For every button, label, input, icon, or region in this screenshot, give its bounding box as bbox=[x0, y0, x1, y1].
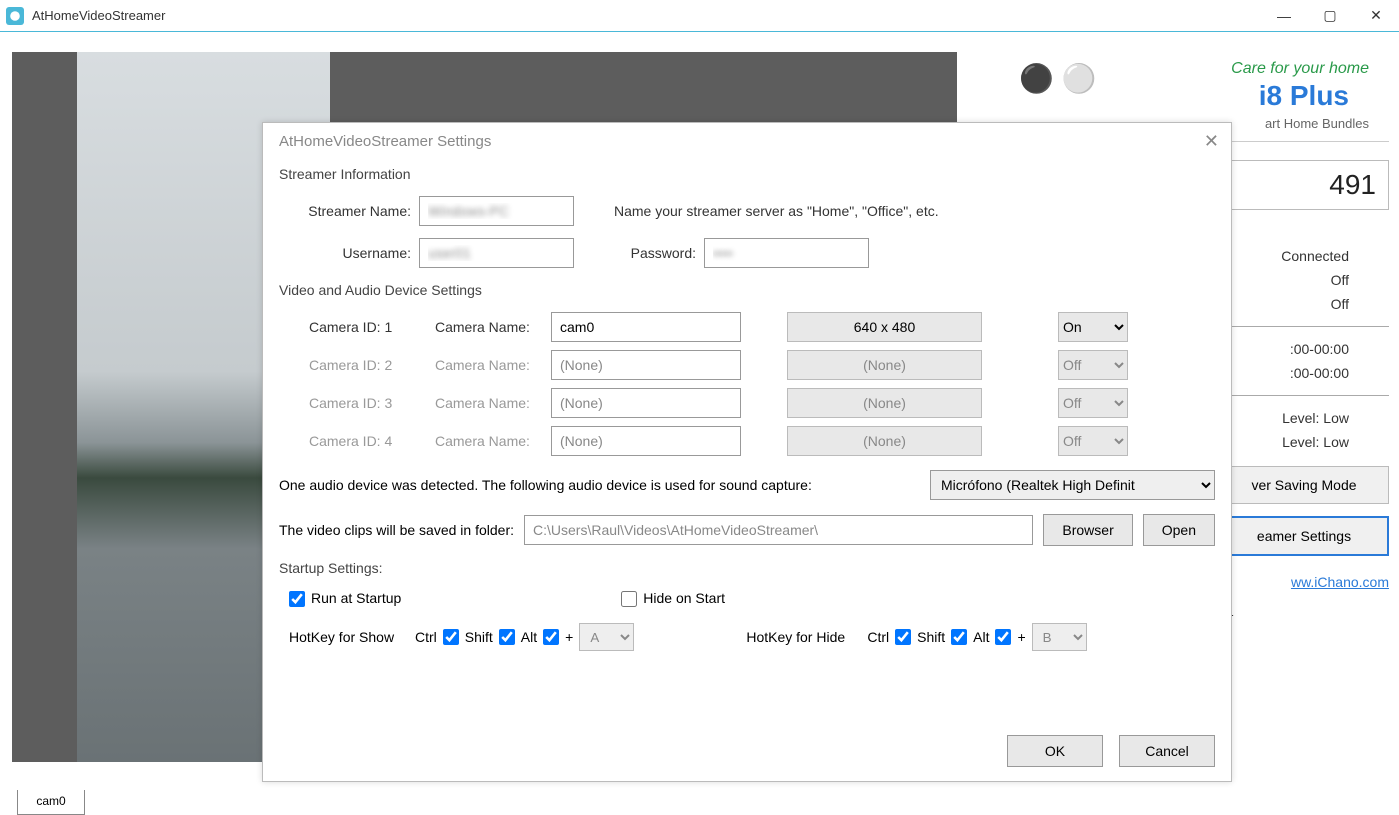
streamer-name-hint: Name your streamer server as "Home", "Of… bbox=[614, 203, 939, 219]
folder-label: The video clips will be saved in folder: bbox=[279, 522, 514, 538]
hotkey-hide-label: HotKey for Hide bbox=[746, 629, 861, 645]
camera-name-label-1: Camera Name: bbox=[435, 319, 535, 335]
audio-device-select[interactable]: Micrófono (Realtek High Definit bbox=[930, 470, 1215, 500]
streamer-settings-button[interactable]: eamer Settings bbox=[1219, 516, 1389, 556]
app-title: AtHomeVideoStreamer bbox=[32, 8, 165, 23]
hotkey-show-label: HotKey for Show bbox=[289, 629, 409, 645]
camera-resolution-4: (None) bbox=[787, 426, 982, 456]
folder-path-input[interactable] bbox=[524, 515, 1033, 545]
camera-onoff-2: Off bbox=[1058, 350, 1128, 380]
camera-row-3: Camera ID: 3 Camera Name: (None) Off bbox=[309, 388, 1215, 418]
camera-id-4: Camera ID: 4 bbox=[309, 433, 419, 449]
show-alt-checkbox[interactable] bbox=[543, 629, 559, 645]
show-shift-checkbox[interactable] bbox=[499, 629, 515, 645]
hide-start-checkbox[interactable] bbox=[621, 591, 637, 607]
dialog-title: AtHomeVideoStreamer Settings ✕ bbox=[263, 123, 1231, 160]
ad-product: i8 Plus bbox=[1259, 80, 1349, 112]
streamer-info-legend: Streamer Information bbox=[279, 166, 1215, 182]
camera-name-input-4 bbox=[551, 426, 741, 456]
password-input[interactable] bbox=[704, 238, 869, 268]
camera-id-1: Camera ID: 1 bbox=[309, 319, 419, 335]
camera-row-1: Camera ID: 1 Camera Name: 640 x 480 On bbox=[309, 312, 1215, 342]
camera-tab-cam0[interactable]: cam0 bbox=[17, 790, 85, 815]
run-startup-checkbox[interactable] bbox=[289, 591, 305, 607]
camera-name-label-2: Camera Name: bbox=[435, 357, 535, 373]
hide-key-select[interactable]: B bbox=[1032, 623, 1087, 651]
camera-name-label-4: Camera Name: bbox=[435, 433, 535, 449]
streamer-name-label: Streamer Name: bbox=[279, 203, 419, 219]
ad-graphic: ⚫ ⚪ bbox=[1019, 62, 1097, 95]
show-key-select[interactable]: A bbox=[579, 623, 634, 651]
maximize-button[interactable]: ▢ bbox=[1307, 0, 1353, 32]
open-folder-button[interactable]: Open bbox=[1143, 514, 1215, 546]
settings-dialog: AtHomeVideoStreamer Settings ✕ Streamer … bbox=[262, 122, 1232, 782]
camera-row-2: Camera ID: 2 Camera Name: (None) Off bbox=[309, 350, 1215, 380]
username-input[interactable] bbox=[419, 238, 574, 268]
camera-id-2: Camera ID: 2 bbox=[309, 357, 419, 373]
window-controls: — ▢ ✕ bbox=[1261, 0, 1399, 32]
camera-resolution-1[interactable]: 640 x 480 bbox=[787, 312, 982, 342]
startup-legend: Startup Settings: bbox=[279, 560, 1215, 576]
streamer-name-input[interactable] bbox=[419, 196, 574, 226]
ad-subtitle: art Home Bundles bbox=[1265, 116, 1369, 131]
password-label: Password: bbox=[614, 245, 704, 261]
camera-onoff-4: Off bbox=[1058, 426, 1128, 456]
minimize-button[interactable]: — bbox=[1261, 0, 1307, 32]
startup-section: Startup Settings: Run at Startup Hide on… bbox=[279, 560, 1215, 651]
streamer-info-section: Streamer Information Streamer Name: Name… bbox=[279, 166, 1215, 268]
power-saving-mode-button[interactable]: ver Saving Mode bbox=[1219, 466, 1389, 504]
camera-row-4: Camera ID: 4 Camera Name: (None) Off bbox=[309, 426, 1215, 456]
video-audio-section: Video and Audio Device Settings Camera I… bbox=[279, 282, 1215, 546]
app-icon bbox=[6, 7, 24, 25]
hide-shift-checkbox[interactable] bbox=[951, 629, 967, 645]
cancel-button[interactable]: Cancel bbox=[1119, 735, 1215, 767]
camera-id-3: Camera ID: 3 bbox=[309, 395, 419, 411]
camera-name-input-2 bbox=[551, 350, 741, 380]
ok-button[interactable]: OK bbox=[1007, 735, 1103, 767]
browser-button[interactable]: Browser bbox=[1043, 514, 1132, 546]
hide-alt-checkbox[interactable] bbox=[995, 629, 1011, 645]
camera-resolution-3: (None) bbox=[787, 388, 982, 418]
run-startup-label[interactable]: Run at Startup bbox=[289, 590, 401, 607]
show-ctrl-checkbox[interactable] bbox=[443, 629, 459, 645]
titlebar: AtHomeVideoStreamer — ▢ ✕ bbox=[0, 0, 1399, 32]
camera-name-input-3 bbox=[551, 388, 741, 418]
close-window-button[interactable]: ✕ bbox=[1353, 0, 1399, 32]
ad-slogan: Care for your home bbox=[1231, 60, 1369, 78]
username-label: Username: bbox=[279, 245, 419, 261]
dialog-title-text: AtHomeVideoStreamer Settings bbox=[279, 133, 491, 150]
hide-start-label[interactable]: Hide on Start bbox=[621, 590, 725, 607]
dialog-close-icon[interactable]: ✕ bbox=[1204, 131, 1219, 152]
camera-onoff-1[interactable]: On bbox=[1058, 312, 1128, 342]
camera-name-input-1[interactable] bbox=[551, 312, 741, 342]
camera-name-label-3: Camera Name: bbox=[435, 395, 535, 411]
camera-onoff-3: Off bbox=[1058, 388, 1128, 418]
audio-text: One audio device was detected. The follo… bbox=[279, 477, 812, 493]
camera-resolution-2: (None) bbox=[787, 350, 982, 380]
video-audio-legend: Video and Audio Device Settings bbox=[279, 282, 1215, 298]
hide-ctrl-checkbox[interactable] bbox=[895, 629, 911, 645]
